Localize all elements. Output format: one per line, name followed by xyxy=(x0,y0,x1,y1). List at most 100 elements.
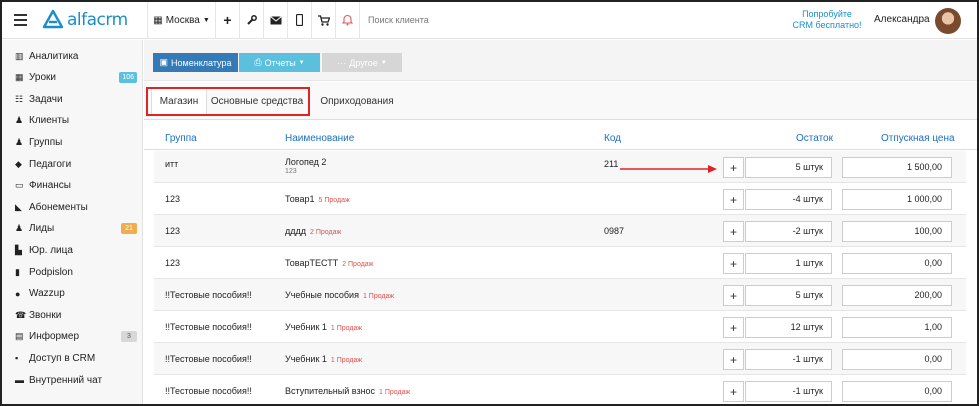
name-cell: Учебные пособия 1 Продаж xyxy=(285,290,394,300)
stock-field[interactable]: 5 штук xyxy=(745,157,832,178)
add-stock-button[interactable]: + xyxy=(723,349,744,370)
sidebar-item-5[interactable]: ◆ Педагоги xyxy=(15,156,137,172)
sales-count-link[interactable]: 1 Продаж xyxy=(363,293,394,300)
add-stock-button[interactable]: + xyxy=(723,221,744,242)
price-field[interactable]: 200,00 xyxy=(842,285,952,306)
menu-icon[interactable] xyxy=(2,2,32,39)
table-row[interactable]: 123 ТоварТЕСТТ 2 Продаж +1 штук 0,00 xyxy=(154,247,966,279)
stock-field[interactable]: -1 штук xyxy=(745,381,832,402)
sales-count-link[interactable]: 1 Продаж xyxy=(331,325,362,332)
item-name[interactable]: Логопед 2 xyxy=(285,157,326,167)
sidebar-item-13[interactable]: ▤ Информер 3 xyxy=(15,329,137,345)
sales-count-link[interactable]: 1 Продаж xyxy=(379,389,410,396)
price-field[interactable]: 1 500,00 xyxy=(842,157,952,178)
sales-count-link[interactable]: 2 Продаж xyxy=(342,261,373,268)
sidebar-item-2[interactable]: ☷ Задачи xyxy=(15,91,137,107)
stock-field[interactable]: -2 штук xyxy=(745,221,832,242)
user-icon: ♟ xyxy=(15,115,24,126)
count-badge: 3 xyxy=(121,330,137,342)
sidebar-item-1[interactable]: ▦ Уроки 106 xyxy=(15,70,137,86)
avatar[interactable] xyxy=(935,8,961,34)
table-row[interactable]: 123 Товар1 5 Продаж + -4 штук 1 000,00 xyxy=(154,183,966,215)
item-name[interactable]: дддд xyxy=(285,226,306,236)
stock-field[interactable]: 12 штук xyxy=(745,317,832,338)
item-name[interactable]: Товар1 xyxy=(285,194,315,204)
sales-count-link[interactable]: 5 Продаж xyxy=(319,197,350,204)
main-content: ▣ Номенклатура ⎙ Отчеты ▼ ··· Другое ▼ М… xyxy=(144,40,977,404)
sidebar-item-label: Педагоги xyxy=(29,158,72,170)
try-free-link[interactable]: Попробуйте CRM бесплатно! xyxy=(789,9,865,31)
sidebar-item-4[interactable]: ♟ Группы xyxy=(15,134,137,150)
column-stock[interactable]: Остаток xyxy=(796,133,833,144)
sidebar-item-8[interactable]: ♟ Лиды 21 xyxy=(15,221,137,237)
stock-field[interactable]: -4 штук xyxy=(745,189,832,210)
group-cell: итт xyxy=(165,159,179,169)
item-name[interactable]: Учебные пособия xyxy=(285,290,359,300)
add-stock-button[interactable]: + xyxy=(723,381,744,402)
price-field[interactable]: 1 000,00 xyxy=(842,189,952,210)
sidebar-item-12[interactable]: ☎ Звонки xyxy=(15,307,137,323)
code-cell: 211 xyxy=(604,159,619,169)
item-name[interactable]: Учебник 1 xyxy=(285,354,327,364)
reports-dropdown-button[interactable]: ⎙ Отчеты ▼ xyxy=(239,53,320,72)
other-dropdown-button[interactable]: ··· Другое ▼ xyxy=(322,53,402,72)
stock-field[interactable]: 1 штук xyxy=(745,253,832,274)
table-row[interactable]: !!Тестовые пособия!! Учебник 1 1 Продаж + -1… xyxy=(154,343,966,375)
stock-field[interactable]: 5 штук xyxy=(745,285,832,306)
price-field[interactable]: 0,00 xyxy=(842,349,952,370)
item-name[interactable]: Вступительный взнос xyxy=(285,386,375,396)
sidebar-item-6[interactable]: ▭ Финансы xyxy=(15,178,137,194)
item-name[interactable]: ТоварТЕСТТ xyxy=(285,258,338,268)
table-row[interactable]: !!Тестовые пособия!! Учебник 1 1 Продаж +12… xyxy=(154,311,966,343)
bell-icon[interactable] xyxy=(335,2,359,39)
item-name[interactable]: Учебник 1 xyxy=(285,322,327,332)
sidebar-item-15[interactable]: ▬ Внутренний чат xyxy=(15,372,137,388)
sidebar-item-11[interactable]: ● Wazzup xyxy=(15,286,137,302)
nomenclature-button[interactable]: ▣ Номенклатура xyxy=(153,53,238,72)
sidebar-item-label: Финансы xyxy=(29,180,71,192)
cart-icon[interactable] xyxy=(311,2,335,39)
client-search-input[interactable]: Поиск клиента xyxy=(359,2,659,39)
add-stock-button[interactable]: + xyxy=(723,253,744,274)
add-button[interactable]: + xyxy=(215,2,239,39)
sidebar-item-7[interactable]: ◣ Абонементы xyxy=(15,199,137,215)
sidebar-item-14[interactable]: ▪ Доступ в CRM xyxy=(15,350,137,366)
caret-down-icon: ▼ xyxy=(298,59,305,66)
sidebar-item-9[interactable]: ▙ Юр. лица xyxy=(15,242,137,258)
add-stock-button[interactable]: + xyxy=(723,285,744,306)
group-cell: !!Тестовые пособия!! xyxy=(165,290,252,300)
logo[interactable]: alfacrm xyxy=(42,9,142,31)
sidebar-item-3[interactable]: ♟ Клиенты xyxy=(15,113,137,129)
add-stock-button[interactable]: + xyxy=(723,189,744,210)
sales-count-link[interactable]: 2 Продаж xyxy=(310,229,341,236)
try-free-line2: CRM бесплатно! xyxy=(792,20,862,30)
branch-selector[interactable]: ▦ Москва ▼ xyxy=(147,2,215,39)
stock-field[interactable]: -1 штук xyxy=(745,349,832,370)
price-field[interactable]: 1,00 xyxy=(842,317,952,338)
tab-receipts[interactable]: Оприходования xyxy=(314,88,400,115)
table-row[interactable]: итт Логопед 2 123 211 +5 штук 1 500,00 xyxy=(154,151,966,183)
table-row[interactable]: 123 дддд 2 Продаж 0987 + -2 штук 100,00 xyxy=(154,215,966,247)
add-stock-button[interactable]: + xyxy=(723,317,744,338)
column-name[interactable]: Наименование xyxy=(285,133,354,144)
add-stock-button[interactable]: + xyxy=(723,157,744,178)
money-icon: ▭ xyxy=(15,180,24,191)
mobile-icon[interactable] xyxy=(287,2,311,39)
user-name[interactable]: Александра xyxy=(874,14,930,25)
table-row[interactable]: !!Тестовые пособия!! Вступительный взнос 1… xyxy=(154,375,966,404)
mail-icon[interactable] xyxy=(263,2,287,39)
table-row[interactable]: !!Тестовые пособия!! Учебные пособия 1 Про… xyxy=(154,279,966,311)
sidebar-item-0[interactable]: ▥ Аналитика xyxy=(15,48,137,64)
column-group[interactable]: Группа xyxy=(165,133,197,144)
price-field[interactable]: 100,00 xyxy=(842,221,952,242)
sidebar-item-10[interactable]: ▮ Podpislon xyxy=(15,264,137,280)
lock-icon: ▪ xyxy=(15,353,19,364)
whatsapp-icon: ● xyxy=(15,288,21,299)
sales-count-link[interactable]: 1 Продаж xyxy=(331,357,362,364)
price-field[interactable]: 0,00 xyxy=(842,381,952,402)
price-field[interactable]: 0,00 xyxy=(842,253,952,274)
column-code[interactable]: Код xyxy=(604,133,621,144)
wrench-icon[interactable] xyxy=(239,2,263,39)
column-price[interactable]: Отпускная цена xyxy=(881,133,955,144)
printer-icon: ⎙ xyxy=(254,57,262,67)
